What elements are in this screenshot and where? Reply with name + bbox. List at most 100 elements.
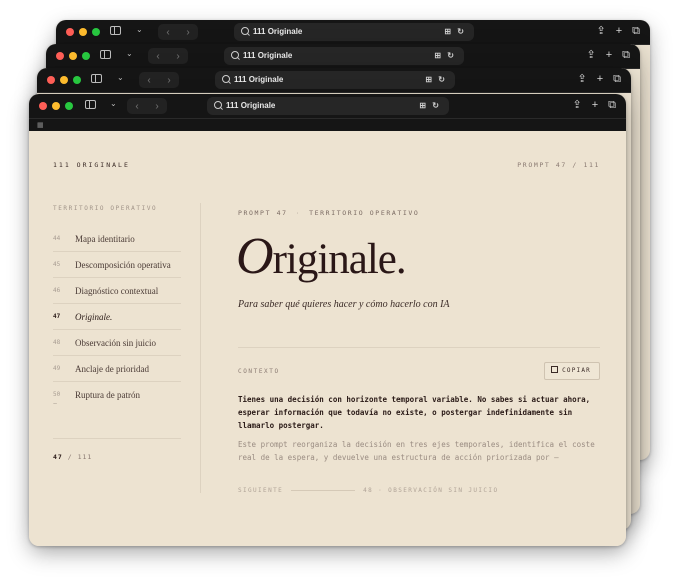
section-divider — [238, 347, 600, 348]
zoom-window-button[interactable] — [82, 52, 90, 60]
tabs-overview-icon[interactable]: ⧉ — [632, 24, 640, 38]
nav-item-47-active[interactable]: 47 Originale. — [53, 304, 181, 330]
close-window-button[interactable] — [56, 52, 64, 60]
sidebar-heading: TERRITORIO OPERATIVO — [53, 205, 158, 212]
eyebrow-territory: TERRITORIO OPERATIVO — [309, 209, 420, 217]
close-window-button[interactable] — [66, 28, 74, 36]
window-controls — [47, 76, 81, 84]
back-icon[interactable]: ‹ — [147, 75, 150, 86]
tabs-overview-icon[interactable]: ⧉ — [622, 48, 630, 62]
nav-item-label: Diagnóstico contextual — [75, 285, 159, 296]
search-icon — [241, 27, 249, 35]
search-icon — [214, 101, 222, 109]
pager-total: / 111 — [67, 453, 93, 461]
context-text: Tienes una decisión con horizonte tempor… — [238, 395, 591, 430]
nav-item-45[interactable]: 45 Descomposición operativa — [53, 252, 181, 278]
nav-item-number: 48 — [53, 339, 61, 346]
new-tab-icon[interactable]: + — [597, 72, 603, 86]
back-icon[interactable]: ‹ — [135, 101, 138, 112]
address-bar[interactable]: 111 Originale ⊞ ↻ — [215, 71, 455, 89]
site-brand[interactable]: 111 ORIGINALE — [53, 161, 130, 169]
browser-toolbar: ⌄ ‹ › 111 Originale ⊞ ↻ ⇪ + ⧉ — [37, 68, 631, 93]
chevron-down-icon[interactable]: ⌄ — [136, 25, 143, 34]
close-window-button[interactable] — [47, 76, 55, 84]
nav-item-label: Observación sin juicio — [75, 337, 156, 348]
next-divider-line — [291, 490, 356, 491]
nav-item-46[interactable]: 46 Diagnóstico contextual — [53, 278, 181, 304]
new-tab-icon[interactable]: + — [606, 48, 612, 62]
back-forward-buttons[interactable]: ‹ › — [139, 72, 179, 88]
back-forward-buttons[interactable]: ‹ › — [148, 48, 188, 64]
search-icon — [222, 75, 230, 83]
title-rest: riginale. — [272, 236, 407, 283]
nav-item-number: 47 — [53, 313, 61, 320]
nav-item-label: Descomposición operativa — [75, 259, 171, 270]
reload-icon[interactable]: ⊞ ↻ — [425, 71, 447, 89]
chevron-down-icon[interactable]: ⌄ — [117, 73, 124, 82]
tabs-overview-icon[interactable]: ⧉ — [613, 72, 621, 86]
share-icon[interactable]: ⇪ — [586, 48, 595, 62]
share-icon[interactable]: ⇪ — [572, 98, 581, 112]
nav-item-number: 49 — [53, 365, 61, 372]
reload-icon[interactable]: ⊞ ↻ — [444, 23, 466, 41]
reload-icon[interactable]: ⊞ ↻ — [434, 47, 456, 65]
forward-icon[interactable]: › — [155, 101, 158, 112]
share-icon[interactable]: ⇪ — [596, 24, 605, 38]
new-tab-icon[interactable]: + — [592, 98, 598, 112]
nav-item-49[interactable]: 49 Anclaje de prioridad — [53, 356, 181, 382]
address-bar[interactable]: 111 Originale ⊞ ↻ — [234, 23, 474, 41]
context-description: Este prompt reorganiza la decisión en tr… — [238, 440, 595, 462]
nav-item-label: Mapa identitario — [75, 233, 135, 244]
back-forward-buttons[interactable]: ‹ › — [158, 24, 198, 40]
back-icon[interactable]: ‹ — [166, 27, 169, 38]
search-icon — [231, 51, 239, 59]
sidebar-toggle-icon[interactable] — [85, 100, 96, 109]
nav-item-48[interactable]: 48 Observación sin juicio — [53, 330, 181, 356]
sidebar-toggle-icon[interactable] — [91, 74, 102, 83]
close-window-button[interactable] — [39, 102, 47, 110]
window-controls — [56, 52, 90, 60]
copy-button[interactable]: COPIAR — [544, 362, 600, 380]
tabs-overview-icon[interactable]: ⧉ — [608, 98, 616, 112]
nav-item-number: 44 — [53, 235, 61, 242]
tab-grid-icon[interactable]: ▦ — [37, 121, 45, 129]
minimize-window-button[interactable] — [52, 102, 60, 110]
chevron-down-icon[interactable]: ⌄ — [110, 99, 117, 108]
prompt-nav-list: 44 Mapa identitario 45 Descomposición op… — [53, 226, 181, 407]
forward-icon[interactable]: › — [176, 51, 179, 62]
forward-icon[interactable]: › — [167, 75, 170, 86]
address-bar[interactable]: 111 Originale ⊞ ↻ — [207, 97, 449, 115]
forward-icon[interactable]: › — [186, 27, 189, 38]
share-icon[interactable]: ⇪ — [577, 72, 586, 86]
page-content: 111 ORIGINALE PROMPT 47 / 111 TERRITORIO… — [29, 131, 626, 546]
nav-item-label: Anclaje de prioridad — [75, 363, 149, 374]
zoom-window-button[interactable] — [92, 28, 100, 36]
chevron-down-icon[interactable]: ⌄ — [126, 49, 133, 58]
zoom-window-button[interactable] — [73, 76, 81, 84]
minimize-window-button[interactable] — [60, 76, 68, 84]
toolbar-actions: ⇪ + ⧉ — [577, 72, 621, 86]
next-label: SIGUIENTE — [238, 487, 284, 494]
sidebar-toggle-icon[interactable] — [100, 50, 111, 59]
nav-item-44[interactable]: 44 Mapa identitario — [53, 226, 181, 252]
page-title: Originale. — [236, 227, 407, 290]
column-divider — [200, 203, 201, 493]
reload-icon[interactable]: ⊞ ↻ — [419, 97, 441, 115]
nav-item-label: Originale. — [75, 311, 113, 322]
new-tab-icon[interactable]: + — [616, 24, 622, 38]
address-bar[interactable]: 111 Originale ⊞ ↻ — [224, 47, 464, 65]
back-icon[interactable]: ‹ — [156, 51, 159, 62]
back-forward-buttons[interactable]: ‹ › — [127, 98, 167, 114]
zoom-window-button[interactable] — [65, 102, 73, 110]
sidebar-toggle-icon[interactable] — [110, 26, 121, 35]
minimize-window-button[interactable] — [79, 28, 87, 36]
prompt-counter: PROMPT 47 / 111 — [517, 161, 600, 169]
sidebar-pager: 47 / 111 — [53, 453, 92, 461]
pager-current: 47 — [53, 453, 63, 461]
prompt-eyebrow: PROMPT 47 · TERRITORIO OPERATIVO — [238, 209, 420, 217]
nav-item-50[interactable]: 50 Ruptura de patrón — [53, 382, 181, 407]
minimize-window-button[interactable] — [69, 52, 77, 60]
next-prompt-link[interactable]: SIGUIENTE 48 · OBSERVACIÓN SIN JUICIO — [238, 487, 618, 494]
window-controls — [39, 102, 73, 110]
browser-window-front: ⌄ ‹ › 111 Originale ⊞ ↻ ⇪ + ⧉ ▦ 111 ORIGI… — [29, 94, 626, 546]
